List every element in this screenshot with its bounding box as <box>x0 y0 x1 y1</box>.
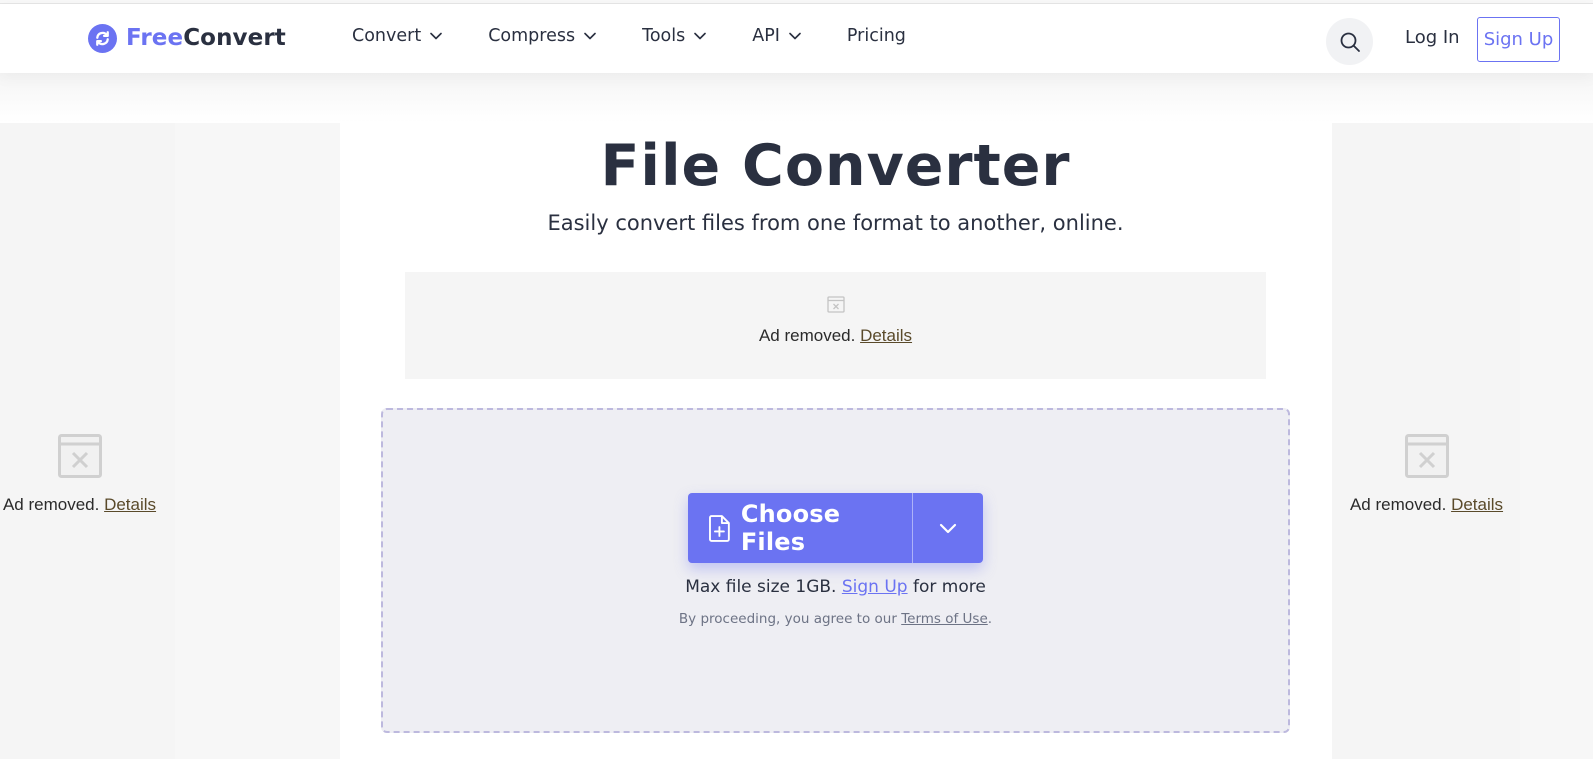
logo[interactable]: FreeConvert <box>88 23 286 53</box>
terms-suffix: . <box>987 611 993 627</box>
nav-compress[interactable]: Compress <box>488 26 596 46</box>
nav-pricing-label: Pricing <box>846 26 906 46</box>
ad-removed-label: Ad removed. <box>2 495 100 514</box>
choose-files-label: Choose Files <box>740 500 841 556</box>
choose-source-dropdown[interactable] <box>913 493 983 563</box>
chevron-down-icon <box>694 32 707 40</box>
ad-removed-label: Ad removed. <box>758 326 856 345</box>
search-icon <box>1340 32 1360 52</box>
signup-button[interactable]: Sign Up <box>1477 17 1560 62</box>
terms-of-use-link[interactable]: Terms of Use <box>901 611 988 627</box>
nav-tools[interactable]: Tools <box>642 26 707 46</box>
search-button[interactable] <box>1326 18 1373 65</box>
chevron-down-icon <box>430 32 443 40</box>
nav-convert[interactable]: Convert <box>352 26 443 46</box>
ad-right: Ad removed. Details <box>1347 434 1506 524</box>
nav-compress-label: Compress <box>488 26 576 46</box>
choose-files-button[interactable]: Choose Files <box>688 493 912 563</box>
ad-removed-text: Ad removed. Details <box>405 326 1266 346</box>
login-link[interactable]: Log In <box>1405 27 1460 48</box>
chevron-down-icon <box>939 523 957 533</box>
ad-banner-top: Ad removed. Details <box>405 272 1266 379</box>
ad-details-link[interactable]: Details <box>104 495 156 514</box>
ad-placeholder-icon <box>827 296 845 313</box>
page-subtitle: Easily convert files from one format to … <box>547 211 1124 235</box>
ad-removed-text: Ad removed. Details <box>0 495 159 515</box>
nav-api[interactable]: API <box>752 26 801 46</box>
nav-tools-label: Tools <box>642 26 686 46</box>
chevron-down-icon <box>584 32 596 40</box>
for-more-text: for more <box>912 577 986 597</box>
signup-inline-link[interactable]: Sign Up <box>842 577 908 597</box>
ad-details-link[interactable]: Details <box>860 326 912 345</box>
terms-note: By proceeding, you agree to our Terms of… <box>381 611 1290 627</box>
file-plus-icon <box>709 514 730 542</box>
ad-left: Ad removed. Details <box>0 434 159 524</box>
nav-pricing[interactable]: Pricing <box>847 26 906 46</box>
max-size-text: Max file size 1GB. <box>685 577 837 597</box>
header-shadow-band <box>0 73 1593 123</box>
page-title: File Converter <box>600 133 1071 199</box>
ad-removed-text: Ad removed. Details <box>1347 495 1506 515</box>
ad-placeholder-icon <box>58 434 102 478</box>
ad-details-link[interactable]: Details <box>1451 495 1503 514</box>
ad-removed-label: Ad removed. <box>1349 495 1447 514</box>
ad-placeholder-icon <box>1405 434 1449 478</box>
terms-prefix: By proceeding, you agree to our <box>678 611 897 627</box>
logo-text: FreeConvert <box>126 25 286 51</box>
max-file-size-note: Max file size 1GB. Sign Up for more <box>381 577 1290 597</box>
chevron-down-icon <box>789 32 801 40</box>
main-nav: Convert Compress Tools API Pricing <box>352 26 906 46</box>
file-dropzone[interactable] <box>381 408 1290 733</box>
nav-api-label: API <box>752 26 780 46</box>
choose-files-button-group: Choose Files <box>688 493 983 563</box>
refresh-circle-icon <box>88 23 117 53</box>
nav-convert-label: Convert <box>352 26 422 46</box>
site-header: FreeConvert Convert Compress Tools API P… <box>0 4 1593 73</box>
